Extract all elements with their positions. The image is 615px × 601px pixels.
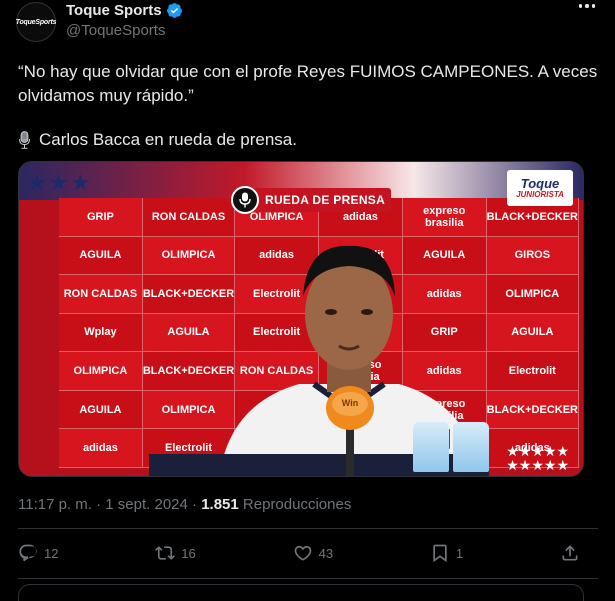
bookmark-button[interactable]: 1 (430, 543, 463, 563)
logo-line-1: Toque (520, 176, 560, 191)
toque-juniorista-logo: Toque JUNIORISTA (507, 170, 573, 206)
repost-button[interactable]: 16 (155, 543, 196, 563)
divider (18, 578, 598, 579)
meta-separator: · (96, 496, 102, 513)
water-bottle (413, 422, 449, 472)
divider (18, 528, 598, 529)
share-button[interactable] (560, 543, 580, 563)
microphone-icon (19, 131, 30, 149)
verified-badge-icon (166, 3, 182, 18)
repost-count: 16 (181, 545, 196, 561)
logo-line-2: JUNIORISTA (516, 190, 564, 199)
like-button[interactable]: 43 (293, 543, 333, 563)
share-icon (562, 545, 578, 561)
stars-decoration: ★★★ (27, 170, 93, 195)
meta-separator: · (192, 496, 198, 513)
more-options-icon[interactable] (578, 4, 595, 8)
tweet-meta: 11:17 p. m. · 1 sept. 2024 · 1.851 Repro… (18, 496, 351, 513)
sponsor-tile: RON CALDAS (142, 198, 236, 237)
sponsor-tile: GIROS (486, 236, 579, 276)
chip-label: RUEDA DE PRENSA (265, 193, 386, 207)
tweet-media-video[interactable]: ★★★ GRIP RON CALDAS OLIMPICA adidas expreso … (18, 161, 584, 477)
avatar-text: ToqueSports (15, 18, 57, 26)
views-count: 1.851 (201, 496, 239, 513)
tweet-date[interactable]: 1 sept. 2024 (105, 496, 188, 513)
sponsor-tile: BLACK+DECKER (486, 390, 579, 430)
stars-decoration: ★★★★★ ★★★★★ (506, 443, 569, 473)
heart-icon (294, 545, 311, 561)
tweet-time[interactable]: 11:17 p. m. (18, 496, 92, 513)
chip-microphone-icon (231, 186, 259, 214)
sponsor-tile: OLIMPICA (486, 275, 579, 314)
sponsor-tile: Wplay (59, 313, 143, 353)
sponsor-tile: adidas (59, 429, 143, 468)
action-bar: 12 16 43 1 (18, 541, 580, 565)
user-handle[interactable]: @ToqueSports (66, 22, 165, 39)
mic-brand-label: Win (342, 398, 358, 408)
display-name[interactable]: Toque Sports (66, 2, 162, 19)
sponsor-tile: expreso brasilia (402, 198, 487, 237)
like-count: 43 (318, 545, 334, 561)
water-bottle (453, 422, 489, 472)
tweet-text: “No hay que olvidar que con el profe Rey… (18, 62, 598, 105)
tweet-avatar[interactable]: ToqueSports (15, 2, 57, 42)
reply-composer[interactable] (18, 584, 584, 601)
sponsor-tile: Electrolit (486, 352, 579, 391)
bookmark-icon (433, 544, 447, 563)
sponsor-tile: RON CALDAS (59, 275, 143, 314)
repost-icon (155, 546, 176, 560)
views-label: Reproducciones (242, 496, 352, 513)
sponsor-tile: AGUILA (486, 313, 579, 353)
sponsor-tile: AGUILA (59, 236, 143, 276)
sponsor-tile: AGUILA (59, 390, 143, 430)
tweet-caption: Carlos Bacca en rueda de prensa. (39, 130, 297, 149)
reply-icon (19, 544, 37, 562)
press-conference-chip: RUEDA DE PRENSA (231, 186, 391, 214)
reply-button[interactable]: 12 (18, 543, 58, 563)
bookmark-count: 1 (455, 545, 464, 561)
sponsor-tile: GRIP (59, 198, 143, 237)
microphone-icon: Win (326, 386, 374, 476)
sponsor-tile: OLIMPICA (59, 352, 143, 391)
reply-count: 12 (44, 545, 59, 561)
